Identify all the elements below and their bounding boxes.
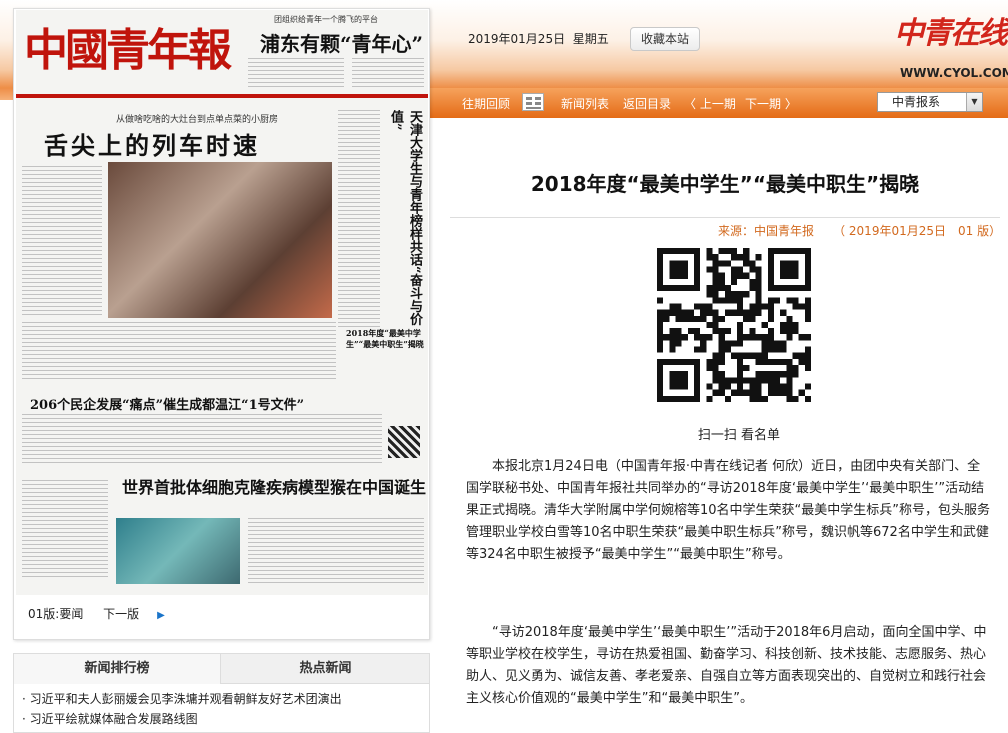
paper-selector[interactable]: 中青报系 ▼ [877,92,983,112]
text-block [22,322,336,382]
text-block [248,518,424,584]
text-block [248,58,344,90]
tab-hot-news[interactable]: 热点新闻 [222,654,429,684]
source-label: 来源：中国青年报 [718,224,815,238]
back-to-contents-link[interactable]: 返回目录 [623,95,671,112]
past-issues-link[interactable]: 往期回顾 [462,95,510,112]
top-headline-kicker: 团组织给青年一个腾飞的平台 [274,15,378,24]
logo-url: WWW.CYOL.COM [900,66,1008,80]
next-issue-link[interactable]: 下一期 〉 [745,95,797,112]
paper-selector-value: 中青报系 [892,95,941,109]
top-headline[interactable]: 浦东有颗“青年心” [260,28,423,57]
main-headline-kicker: 从做啥吃啥的大灶台到点单点菜的小厨房 [116,115,279,125]
list-item[interactable]: · 习近平绘就媒体融合发展路线图 [22,710,198,727]
main-headline[interactable]: 舌尖上的列车时速 [44,126,260,161]
weekday-value: 星期五 [572,32,609,46]
qr-caption: 扫一扫 看名单 [697,428,781,443]
logo-chinese: 中青在线 [894,16,1008,51]
news-list-link[interactable]: 新闻列表 [561,95,609,112]
previous-issue-link[interactable]: 〈 上一期 [684,95,736,112]
article-title: 2018年度“最美中学生”“最美中职生”揭晓 [530,172,920,196]
newspaper-page-image[interactable]: 中國青年報 团组织给青年一个腾飞的平台 浦东有颗“青年心” 从做啥吃啥的大灶台到… [16,10,428,595]
news-tabs-panel: 新闻排行榜 热点新闻 · 习近平和夫人彭丽媛会见李洙墉并观看朝鲜友好艺术团演出 … [13,653,430,733]
calendar-grid-icon[interactable] [522,93,544,111]
site-logo[interactable]: 中青在线 WWW.CYOL.COM [888,8,1008,84]
list-item[interactable]: · 习近平和夫人彭丽媛会见李洙墉并观看朝鲜友好艺术团演出 [22,690,342,707]
next-page-label: 下一版 [103,607,140,621]
text-block [22,480,108,580]
side-box-headline[interactable]: 2018年度“最美中学生”“最美中职生”揭晓 [346,328,424,368]
bookmark-site-button[interactable]: 收藏本站 [630,27,700,51]
monkey-research-photo[interactable] [116,518,240,584]
article-source: 来源：中国青年报 （ 2019年01月25日 01 版） [718,222,1001,239]
second-headline[interactable]: 206个民企发展“痛点”催生成都温江“1号文件” [30,394,304,413]
text-block [352,58,424,90]
chevron-down-icon: ▼ [966,93,982,111]
play-arrow-icon: ▶ [157,610,165,621]
current-page-label[interactable]: 01版:要闻 [28,607,83,621]
article-paragraph: “寻访2018年度‘最美中学生’‘最美中职生’”活动于2018年6月启动，面向全… [466,625,987,706]
newspaper-masthead: 中國青年報 [24,25,232,76]
masthead-rule [16,94,428,98]
source-date: （ 2019年01月25日 01 版） [833,224,1002,238]
next-page-link[interactable]: 下一版 ▶ [103,607,181,621]
text-block [22,414,382,466]
page-pager: 01版:要闻 下一版 ▶ [28,605,197,622]
tab-header: 新闻排行榜 热点新闻 [14,654,429,684]
third-headline[interactable]: 世界首批体细胞克隆疾病模型猴在中国诞生 [122,474,426,498]
train-crew-photo[interactable] [108,162,332,318]
date-value: 2019年01月25日 [468,32,566,46]
tab-news-ranking[interactable]: 新闻排行榜 [14,654,221,684]
current-date: 2019年01月25日 星期五 [468,30,609,47]
vertical-headline[interactable]: 天津大学生与青年榜样共话“奋斗与价值” [384,110,424,340]
page-qr-code [388,426,420,458]
text-block [338,110,380,330]
article-paragraph: 本报北京1月24日电（中国青年报·中青在线记者 何欣）近日，由团中央有关部门、全… [466,459,991,562]
text-block [22,166,102,316]
article-qr-code [657,248,811,402]
title-divider [450,217,1000,218]
